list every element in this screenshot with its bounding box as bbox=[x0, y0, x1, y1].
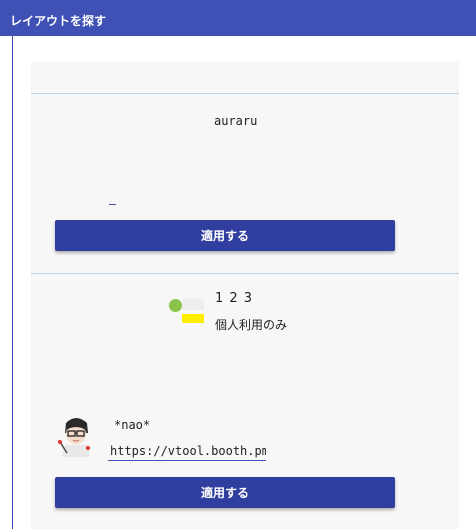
author-url-field[interactable] bbox=[108, 441, 266, 461]
layout-name: 1 2 3 bbox=[215, 291, 254, 306]
preview-dot bbox=[169, 299, 182, 312]
apply-button[interactable]: 適用する bbox=[55, 220, 395, 251]
app-header: レイアウトを探す bbox=[0, 0, 476, 36]
divider bbox=[31, 93, 459, 94]
avatar-icon bbox=[57, 415, 95, 457]
preview-chip bbox=[182, 299, 204, 310]
apply-button[interactable]: 適用する bbox=[55, 477, 395, 508]
author-name: *nao* bbox=[114, 418, 151, 432]
license-label: 個人利用のみ bbox=[215, 318, 288, 332]
author-avatar bbox=[57, 415, 95, 457]
layout-name: auraru bbox=[214, 114, 258, 128]
layout-list: auraru 適用する 1 2 3 個人利用のみ *nao* 適用する bbox=[31, 62, 459, 529]
divider bbox=[31, 273, 459, 274]
preview-chip-yellow bbox=[182, 314, 204, 323]
page-title: レイアウトを探す bbox=[10, 14, 107, 28]
author-link[interactable] bbox=[109, 204, 116, 205]
